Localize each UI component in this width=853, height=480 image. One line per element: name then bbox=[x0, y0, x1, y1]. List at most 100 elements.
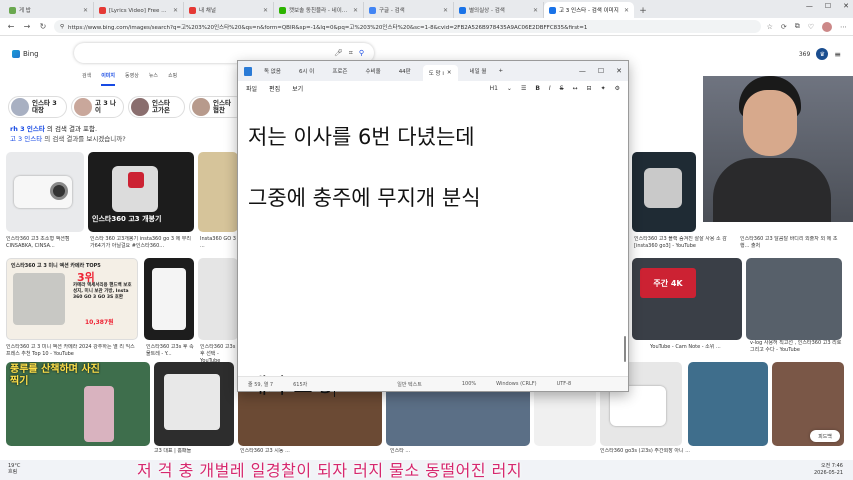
close-icon[interactable]: ✕ bbox=[624, 7, 629, 14]
bing-logo[interactable]: Bing bbox=[12, 50, 39, 58]
notepad-tab[interactable]: 6시 이 bbox=[293, 64, 320, 78]
close-icon[interactable]: ✕ bbox=[83, 7, 88, 14]
bold-button[interactable]: B bbox=[535, 85, 540, 92]
extensions-icon[interactable]: ⧉ bbox=[795, 22, 800, 31]
favorites-icon[interactable]: ♡ bbox=[808, 23, 814, 31]
browser-tab[interactable]: 구글 - 검색 ✕ bbox=[364, 2, 454, 18]
tab-news[interactable]: 뉴스 bbox=[149, 72, 158, 86]
rewards-icon[interactable]: ♛ bbox=[816, 48, 829, 60]
search-icon[interactable]: ⚲ bbox=[359, 49, 364, 57]
image-result[interactable] bbox=[6, 152, 84, 232]
text-line: 저는 이사를 6번 다녔는데 bbox=[248, 125, 475, 149]
hamburger-menu-icon[interactable]: ≡ bbox=[834, 50, 841, 59]
image-result[interactable] bbox=[746, 258, 842, 340]
tab-videos[interactable]: 동영상 bbox=[125, 72, 139, 86]
close-icon[interactable]: ✕ bbox=[443, 7, 448, 14]
refresh-alt-icon[interactable]: ⟳ bbox=[781, 23, 787, 31]
image-result[interactable]: 인스타360 고3 개봉기 bbox=[88, 152, 194, 232]
minimize-icon[interactable]: — bbox=[806, 2, 813, 10]
new-tab-button[interactable]: + bbox=[636, 4, 650, 18]
image-result[interactable] bbox=[144, 258, 194, 340]
tab-shopping[interactable]: 쇼핑 bbox=[168, 72, 177, 86]
browser-tab-active[interactable]: 고 3 인스타 - 검색 이미지 ✕ bbox=[544, 2, 634, 18]
close-icon[interactable]: ✕ bbox=[173, 7, 178, 14]
image-caption: 인스타360 고3 블랙 숨겨진 살살 사용 소 감 [insta360 go3… bbox=[634, 236, 727, 249]
tab-search[interactable]: 검색 bbox=[82, 72, 91, 86]
maximize-icon[interactable]: ☐ bbox=[598, 67, 604, 75]
browser-tab[interactable]: 별의실상 - 검색 ✕ bbox=[454, 2, 544, 18]
close-icon[interactable]: ✕ bbox=[533, 7, 538, 14]
back-icon[interactable]: ← bbox=[6, 22, 16, 31]
tab-favicon-icon bbox=[549, 6, 556, 14]
related-chip[interactable]: 인스타 고가은 bbox=[128, 96, 185, 118]
menu-file[interactable]: 파일 bbox=[246, 84, 257, 93]
image-caption: 인스타360 고3s 후 속 물트레 - Y... bbox=[146, 344, 194, 357]
refresh-icon[interactable]: ↻ bbox=[38, 22, 48, 31]
spell-alt-link[interactable]: 고 3 인스타 bbox=[10, 135, 42, 143]
url-input[interactable]: ⚲ https://www.bing.com/images/search?q=고… bbox=[54, 20, 761, 33]
close-icon[interactable]: ✕ bbox=[353, 7, 358, 14]
image-result[interactable] bbox=[632, 152, 696, 232]
image-result[interactable]: 주간 4K bbox=[632, 258, 742, 340]
notepad-tab[interactable]: 네일 월 bbox=[464, 64, 493, 78]
weather-condition: 흐림 bbox=[8, 469, 18, 475]
image-result[interactable]: 인스타360 고 3 미니 액션 카메라 TOP5 3위 카메라 액세서리용 핸… bbox=[6, 258, 138, 340]
image-result[interactable] bbox=[198, 152, 238, 232]
feedback-button[interactable]: 피드백 bbox=[810, 430, 840, 442]
settings-gear-icon[interactable]: ⚙ bbox=[615, 85, 620, 92]
site-info-icon[interactable]: ⚲ bbox=[60, 24, 64, 30]
close-window-icon[interactable]: ✕ bbox=[843, 2, 849, 10]
menu-edit[interactable]: 편집 bbox=[269, 84, 280, 93]
copilot-icon[interactable]: ✦ bbox=[601, 85, 606, 92]
notepad-tab[interactable]: 독 없음 bbox=[258, 64, 287, 78]
image-result[interactable] bbox=[198, 258, 238, 340]
image-result[interactable] bbox=[154, 362, 234, 446]
image-caption: 인스타360 고3 초소형 액션캠 CINSABKA, CINSA... bbox=[6, 236, 70, 249]
clear-format-button[interactable]: ⊟ bbox=[587, 85, 592, 92]
image-caption: Insta360 GO 3 ... bbox=[200, 236, 236, 249]
close-icon[interactable]: ✕ bbox=[263, 7, 268, 14]
menu-view[interactable]: 보기 bbox=[292, 84, 303, 93]
scrollbar-thumb[interactable] bbox=[624, 336, 626, 362]
tab-images[interactable]: 이미지 bbox=[101, 72, 116, 86]
rewards-points[interactable]: 369 bbox=[799, 51, 810, 58]
image-result[interactable] bbox=[688, 362, 768, 446]
browser-tab-strip: 게 밥✕ [Lyrics Video] Free Style[프리✕ 내 채널✕… bbox=[0, 0, 853, 18]
visual-search-icon[interactable]: ⌗ bbox=[349, 49, 353, 58]
close-window-icon[interactable]: ✕ bbox=[616, 67, 622, 75]
forward-icon[interactable]: → bbox=[22, 22, 32, 31]
star-icon[interactable]: ☆ bbox=[767, 23, 773, 31]
notepad-tab[interactable]: 수비올 bbox=[360, 64, 387, 78]
browser-tab[interactable]: 캣보솔 동친블라 - 네이버 검색✕ bbox=[274, 2, 364, 18]
new-tab-icon[interactable]: + bbox=[498, 68, 503, 74]
text-line: 그중에 충주에 무지개 분식 bbox=[248, 186, 481, 210]
banner-title: 인스타360 고 3 미니 액션 카메라 TOP5 bbox=[11, 263, 101, 269]
notepad-text-area[interactable]: 저는 이사를 6번 다녔는데 그중에 충주에 무지개 분식 제가 고 3 bbox=[238, 95, 628, 398]
minimize-icon[interactable]: — bbox=[579, 67, 586, 75]
browser-tab[interactable]: 내 채널 ✕ bbox=[184, 2, 274, 18]
related-chip[interactable]: 인스타 3 대장 bbox=[8, 96, 67, 118]
notepad-tab[interactable]: 프로즌 bbox=[326, 64, 353, 78]
italic-button[interactable]: I bbox=[549, 85, 551, 92]
close-icon[interactable]: ✕ bbox=[447, 70, 452, 76]
spell-query: rh 3 인스타 bbox=[10, 125, 45, 133]
profile-avatar[interactable] bbox=[822, 21, 832, 32]
heading-select[interactable]: H1 bbox=[490, 85, 498, 92]
chevron-down-icon[interactable]: ⌄ bbox=[507, 85, 512, 92]
image-caption: v-log 사용허 직고선 , 인스타360 고3 리로 그리고 수다 - Yo… bbox=[750, 340, 842, 353]
link-button[interactable]: ↔ bbox=[573, 85, 578, 92]
person-face bbox=[743, 90, 797, 156]
related-chip[interactable]: 고 3 나이 bbox=[71, 96, 124, 118]
browser-tab[interactable]: 게 밥 ✕ bbox=[4, 2, 94, 18]
notepad-tab[interactable]: 44판 bbox=[393, 64, 417, 78]
maximize-icon[interactable]: ☐ bbox=[825, 2, 831, 10]
browser-tab[interactable]: [Lyrics Video] Free Style[프리✕ bbox=[94, 2, 184, 18]
microphone-icon[interactable]: 🎤︎ bbox=[334, 49, 343, 57]
list-icon[interactable]: ☰ bbox=[521, 85, 526, 92]
notepad-tab-active[interactable]: 도 망 i ✕ bbox=[422, 65, 458, 81]
system-clock[interactable]: 오전 7:46 2026-05-21 bbox=[814, 463, 843, 477]
weather-widget[interactable]: 19°C 흐림 bbox=[8, 463, 20, 475]
strikethrough-button[interactable]: S bbox=[560, 85, 564, 92]
more-icon[interactable]: ⋯ bbox=[840, 23, 847, 31]
image-result[interactable]: 풍루를 산책하며 사진찍기 bbox=[6, 362, 150, 446]
